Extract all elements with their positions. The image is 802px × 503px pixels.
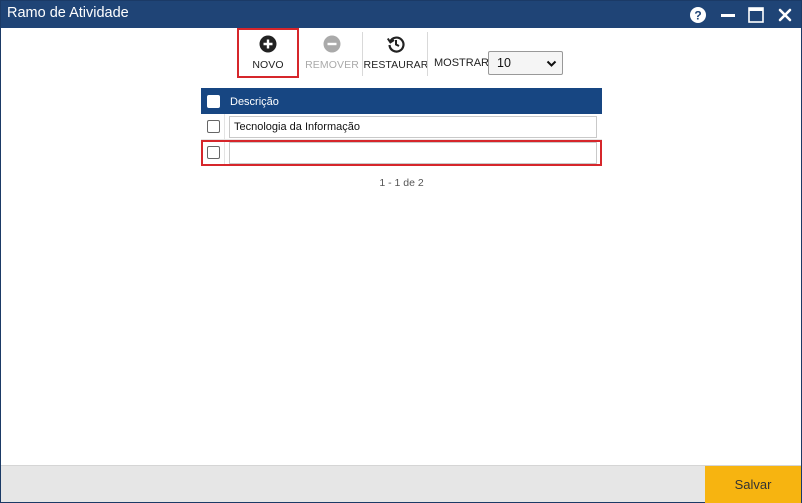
chevron-down-icon bbox=[546, 60, 557, 67]
cell-divider bbox=[224, 114, 225, 140]
table-row bbox=[201, 140, 602, 166]
novo-label: NOVO bbox=[252, 59, 284, 71]
column-header-descricao[interactable]: Descrição bbox=[230, 96, 279, 108]
descricao-field[interactable]: Tecnologia da Informação bbox=[229, 116, 597, 138]
close-icon[interactable] bbox=[777, 5, 793, 25]
descricao-field[interactable] bbox=[229, 142, 597, 164]
plus-circle-icon bbox=[259, 35, 277, 53]
remover-label: REMOVER bbox=[305, 59, 359, 71]
dialog-window: Ramo de Atividade ? NOVO REMOVER RESTAUR… bbox=[0, 0, 802, 503]
minus-circle-icon bbox=[323, 35, 341, 53]
help-icon[interactable]: ? bbox=[689, 5, 707, 25]
restaurar-label: RESTAURAR bbox=[363, 59, 429, 71]
pagination-info: 1 - 1 de 2 bbox=[379, 177, 424, 189]
svg-text:?: ? bbox=[694, 9, 701, 23]
minimize-icon[interactable] bbox=[719, 5, 737, 25]
history-icon bbox=[387, 36, 405, 53]
cell-divider bbox=[224, 142, 225, 164]
data-grid: Descrição Tecnologia da Informação bbox=[201, 88, 602, 166]
page-size-select[interactable]: 10 bbox=[488, 51, 563, 75]
table-row: Tecnologia da Informação bbox=[201, 114, 602, 140]
mostrar-label: MOSTRAR: bbox=[434, 57, 493, 69]
toolbar-divider bbox=[427, 32, 428, 76]
novo-button[interactable]: NOVO bbox=[237, 28, 299, 78]
maximize-icon[interactable] bbox=[747, 5, 765, 25]
title-bar: Ramo de Atividade ? bbox=[1, 1, 801, 28]
row-checkbox[interactable] bbox=[207, 120, 220, 133]
remover-button[interactable]: REMOVER bbox=[303, 32, 361, 78]
row-checkbox[interactable] bbox=[207, 146, 220, 159]
grid-header: Descrição bbox=[201, 88, 602, 114]
restaurar-button[interactable]: RESTAURAR bbox=[363, 32, 429, 78]
page-size-value: 10 bbox=[497, 56, 511, 70]
salvar-button[interactable]: Salvar bbox=[705, 466, 801, 503]
footer-bar: Salvar bbox=[1, 465, 801, 503]
window-title: Ramo de Atividade bbox=[7, 5, 129, 21]
select-all-checkbox[interactable] bbox=[207, 95, 220, 108]
